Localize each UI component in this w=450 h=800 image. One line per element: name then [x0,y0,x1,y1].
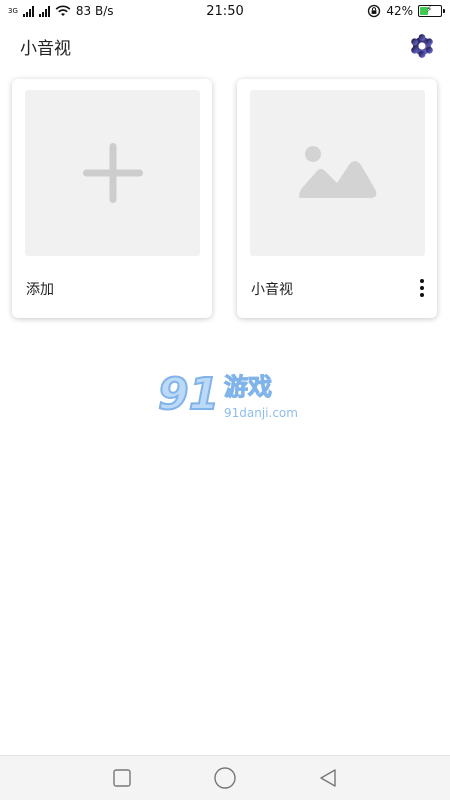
gear-icon [411,34,433,58]
watermark-url: 91danji.com [224,406,298,420]
add-card-label: 添加 [26,282,54,298]
status-left: 3G 83 B/s [8,4,367,18]
rotation-lock-icon [367,4,381,18]
net-speed: 83 B/s [75,4,114,18]
app-header: 小音视 [0,22,450,70]
add-thumbnail[interactable] [25,90,200,256]
watermark-number: 91 [157,369,220,420]
plus-icon [82,143,143,203]
charging-icon: ⚡ [426,5,433,15]
back-triangle-icon [320,769,337,787]
add-card[interactable]: 添加 [12,79,212,318]
signal-icon-2 [38,5,50,17]
app-item-card[interactable]: 小音视 [237,79,437,318]
app-item-thumbnail[interactable] [250,90,425,256]
network-type: 3G [8,6,18,15]
circle-icon [214,767,236,789]
status-bar: 3G 83 B/s 21:50 42% ⚡ [0,0,450,22]
more-options-button[interactable] [417,278,427,298]
more-dot [420,279,424,283]
more-dot [420,293,424,297]
battery-icon: ⚡ [418,5,445,17]
watermark-cn-text: 游戏 [224,373,273,401]
system-nav-bar [0,755,450,800]
image-placeholder-icon [298,146,376,198]
watermark-logo: 91 游戏 91danji.com [157,369,298,427]
page-title: 小音视 [20,38,71,59]
status-right: 42% ⚡ [367,4,445,18]
signal-icon [22,5,34,17]
recent-apps-button[interactable] [102,758,142,798]
wifi-icon [55,5,71,17]
more-dot [420,286,424,290]
home-button[interactable] [205,758,245,798]
settings-button[interactable] [408,32,436,60]
battery-percent: 42% [386,4,413,18]
square-icon [112,769,131,787]
app-item-label: 小音视 [251,282,293,298]
back-button[interactable] [308,758,348,798]
